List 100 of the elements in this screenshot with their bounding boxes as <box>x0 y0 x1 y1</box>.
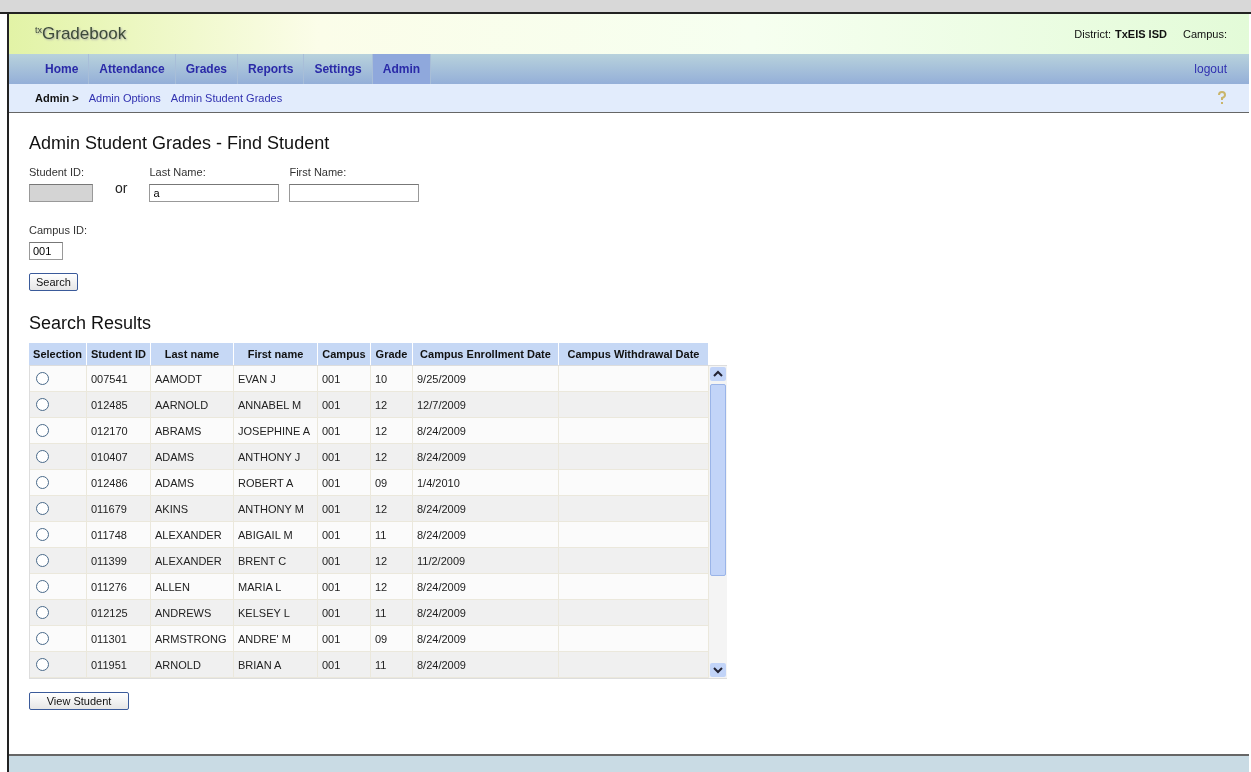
district-name: TxEIS ISD <box>1115 28 1167 40</box>
table-cell: 012170 <box>87 418 151 443</box>
radio-button[interactable] <box>36 424 49 437</box>
column-header: Campus <box>318 343 371 365</box>
view-student-button[interactable]: View Student <box>29 692 129 710</box>
table-cell: ABRAMS <box>151 418 234 443</box>
table-cell: 8/24/2009 <box>413 652 559 677</box>
table-cell: MARIA L <box>234 574 318 599</box>
radio-button[interactable] <box>36 606 49 619</box>
table-cell: 11/2/2009 <box>413 548 559 573</box>
table-cell: 012486 <box>87 470 151 495</box>
column-header: Selection <box>29 343 87 365</box>
last-name-field[interactable]: a <box>149 184 280 202</box>
radio-button[interactable] <box>36 372 49 385</box>
table-cell: 12 <box>371 392 413 417</box>
table-cell: 12 <box>371 418 413 443</box>
field-label: Student ID: <box>29 166 86 178</box>
table-cell: 10 <box>371 366 413 391</box>
table-cell: 8/24/2009 <box>413 626 559 651</box>
table-cell: 001 <box>318 496 371 521</box>
breadcrumb-link[interactable]: Admin Student Grades <box>170 92 283 104</box>
table-cell: AAMODT <box>151 366 234 391</box>
table-cell: 09 <box>371 626 413 651</box>
table-cell: ANDRE' M <box>234 626 318 651</box>
or-text: or <box>115 180 128 196</box>
radio-button[interactable] <box>36 398 49 411</box>
field-label: Campus ID: <box>29 224 89 236</box>
search-button[interactable]: Search <box>29 273 78 291</box>
field-label: First Name: <box>289 166 348 178</box>
scroll-up-icon[interactable] <box>709 366 727 382</box>
table-cell: 001 <box>318 548 371 573</box>
radio-button[interactable] <box>36 528 49 541</box>
table-cell: 8/24/2009 <box>413 522 559 547</box>
table-cell: 12 <box>371 444 413 469</box>
table-cell: 011301 <box>87 626 151 651</box>
radio-button[interactable] <box>36 658 49 671</box>
district-label: District: <box>1074 28 1111 40</box>
table-cell: 11 <box>371 522 413 547</box>
radio-button[interactable] <box>36 554 49 567</box>
breadcrumb-link[interactable]: Admin Options <box>88 92 161 104</box>
radio-button[interactable] <box>36 580 49 593</box>
campus-id-field[interactable]: 001 <box>29 242 63 260</box>
table-cell: 001 <box>318 392 371 417</box>
table-cell: ARMSTRONG <box>151 626 234 651</box>
table-cell: ARNOLD <box>151 652 234 677</box>
table-cell: 001 <box>318 470 371 495</box>
table-cell: 011679 <box>87 496 151 521</box>
table-cell: ROBERT A <box>234 470 318 495</box>
section-title: Search Results <box>29 313 153 334</box>
table-cell: 8/24/2009 <box>413 496 559 521</box>
breadcrumb-root: Admin > <box>35 92 79 104</box>
table-cell: 001 <box>318 626 371 651</box>
table-cell: BRENT C <box>234 548 318 573</box>
table-cell: 012485 <box>87 392 151 417</box>
column-header: Campus Enrollment Date <box>413 343 559 365</box>
table-cell: 1/4/2010 <box>413 470 559 495</box>
table-cell: 11 <box>371 652 413 677</box>
scrollbar[interactable] <box>709 366 727 678</box>
table-cell: 8/24/2009 <box>413 574 559 599</box>
column-header: Grade <box>371 343 413 365</box>
page-title: Admin Student Grades - Find Student <box>29 133 331 154</box>
table-cell: 007541 <box>87 366 151 391</box>
table-cell: 12/7/2009 <box>413 392 559 417</box>
table-cell: 011951 <box>87 652 151 677</box>
table-cell: 8/24/2009 <box>413 444 559 469</box>
table-cell: 011748 <box>87 522 151 547</box>
table-cell: 011276 <box>87 574 151 599</box>
table-cell: 001 <box>318 366 371 391</box>
table-cell: 001 <box>318 574 371 599</box>
table-cell: 9/25/2009 <box>413 366 559 391</box>
table-cell: ALEXANDER <box>151 548 234 573</box>
radio-button[interactable] <box>36 450 49 463</box>
table-cell: 8/24/2009 <box>413 600 559 625</box>
nav-tab[interactable]: Admin <box>372 54 432 84</box>
radio-button[interactable] <box>36 502 49 515</box>
table-cell: ALLEN <box>151 574 234 599</box>
table-cell: 011399 <box>87 548 151 573</box>
table-cell: 11 <box>371 600 413 625</box>
table-cell: ADAMS <box>151 444 234 469</box>
table-cell: ANTHONY J <box>234 444 318 469</box>
field-label: Last Name: <box>149 166 207 178</box>
table-cell: JOSEPHINE A <box>234 418 318 443</box>
table-cell: ADAMS <box>151 470 234 495</box>
first-name-field[interactable] <box>289 184 420 202</box>
column-header: Last name <box>151 343 234 365</box>
table-cell: 001 <box>318 522 371 547</box>
table-cell: 001 <box>318 600 371 625</box>
table-cell: 12 <box>371 548 413 573</box>
table-cell: 001 <box>318 652 371 677</box>
table-cell: KELSEY L <box>234 600 318 625</box>
radio-button[interactable] <box>36 632 49 645</box>
scroll-down-icon[interactable] <box>709 662 727 678</box>
campus-label: Campus: <box>1182 28 1227 40</box>
column-header: Campus Withdrawal Date <box>559 343 709 365</box>
radio-button[interactable] <box>36 476 49 489</box>
table-cell: 001 <box>318 418 371 443</box>
table-cell: ANTHONY M <box>234 496 318 521</box>
logout-link[interactable]: logout <box>1194 62 1249 76</box>
table-cell: 8/24/2009 <box>413 418 559 443</box>
table-cell: ANNABEL M <box>234 392 318 417</box>
